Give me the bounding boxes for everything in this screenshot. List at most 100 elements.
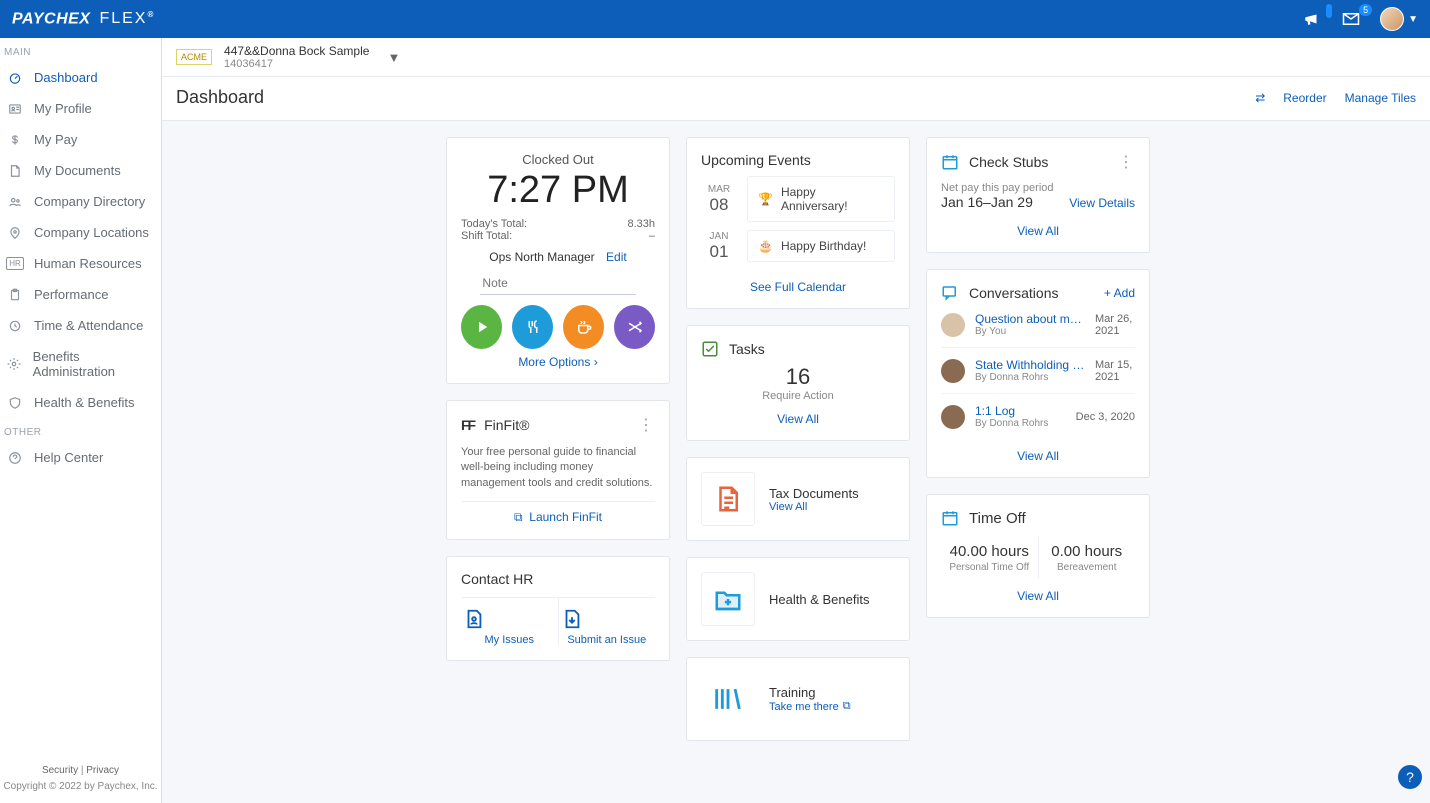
sidebar-item-performance[interactable]: Performance	[0, 279, 161, 310]
add-conversation-link[interactable]: + Add	[1104, 286, 1135, 300]
external-link-icon: ⧉	[514, 510, 523, 524]
sidebar-item-time[interactable]: Time & Attendance	[0, 310, 161, 341]
sidebar-item-label: Human Resources	[34, 256, 142, 271]
note-input[interactable]	[480, 272, 635, 295]
see-full-calendar-link[interactable]: See Full Calendar	[701, 270, 895, 294]
copyright-text: Copyright © 2022 by Paychex, Inc.	[3, 781, 157, 792]
privacy-link[interactable]: Privacy	[86, 765, 119, 776]
event-month: JAN	[701, 231, 737, 242]
sidebar-item-pay[interactable]: My Pay	[0, 124, 161, 155]
timeoff-title: Time Off	[969, 510, 1026, 527]
shift-total-value: –	[649, 230, 655, 242]
more-options-link[interactable]: More Options ›	[461, 355, 655, 369]
conversation-row[interactable]: State Withholding F… By Donna Rohrs Mar …	[941, 347, 1135, 393]
clock-in-button[interactable]	[461, 305, 502, 349]
tile-menu-icon[interactable]: ⋮	[638, 415, 655, 435]
sidebar-item-directory[interactable]: Company Directory	[0, 186, 161, 217]
main-content: ACME 447&&Donna Bock Sample 14036417 ▼ D…	[162, 38, 1430, 803]
calendar-check-icon	[941, 153, 959, 171]
external-link-icon: ⧉	[843, 700, 851, 713]
sidebar-item-benefits-admin[interactable]: Benefits Administration	[0, 341, 161, 387]
sidebar-item-help[interactable]: Help Center	[0, 442, 161, 473]
view-details-link[interactable]: View Details	[1069, 196, 1135, 210]
sidebar-item-label: My Profile	[34, 101, 92, 116]
hr-icon: HR	[6, 257, 24, 271]
brand-logo: PAYCHEX FLEX®	[12, 10, 154, 28]
conversation-date: Dec 3, 2020	[1076, 411, 1135, 423]
event-label-birthday[interactable]: 🎂 Happy Birthday!	[747, 230, 895, 262]
page-title: Dashboard	[176, 87, 264, 108]
user-menu[interactable]: ▼	[1380, 7, 1418, 31]
checkstubs-view-all-link[interactable]: View All	[941, 214, 1135, 238]
sidebar-item-hr[interactable]: HR Human Resources	[0, 248, 161, 279]
timeoff-pto: 40.00 hours Personal Time Off	[941, 537, 1038, 579]
event-label-anniversary[interactable]: 🏆 Happy Anniversary!	[747, 176, 895, 222]
sidebar-item-label: Time & Attendance	[34, 318, 143, 333]
conversations-view-all-link[interactable]: View All	[941, 439, 1135, 463]
meal-button[interactable]	[512, 305, 553, 349]
brand-name: PAYCHEX	[12, 10, 90, 27]
conversation-row[interactable]: 1:1 Log By Donna Rohrs Dec 3, 2020	[941, 393, 1135, 439]
transfer-button[interactable]	[614, 305, 655, 349]
tasks-sub: Require Action	[701, 390, 895, 402]
doc-user-icon	[463, 608, 485, 630]
tax-documents-tile[interactable]: Tax Documents View All	[686, 457, 910, 541]
events-title: Upcoming Events	[701, 152, 811, 168]
sidebar-item-documents[interactable]: My Documents	[0, 155, 161, 186]
tasks-tile: Tasks 16 Require Action View All	[686, 325, 910, 441]
tasks-title: Tasks	[729, 341, 765, 357]
library-icon	[701, 672, 755, 726]
timeoff-bereavement: 0.00 hours Bereavement	[1038, 537, 1136, 579]
bereavement-label: Bereavement	[1043, 562, 1132, 573]
reorder-link[interactable]: Reorder	[1283, 91, 1326, 105]
sidebar-item-locations[interactable]: Company Locations	[0, 217, 161, 248]
break-button[interactable]	[563, 305, 604, 349]
sidebar-item-label: Benefits Administration	[33, 349, 155, 379]
training-title: Training	[769, 685, 851, 700]
launch-finfit-link[interactable]: ⧉ Launch FinFit	[461, 501, 655, 525]
conversations-title: Conversations	[969, 285, 1059, 301]
bereavement-hours: 0.00 hours	[1043, 543, 1132, 560]
sidebar-item-label: Company Directory	[34, 194, 145, 209]
announcements-icon[interactable]	[1302, 10, 1322, 28]
clock-tile: Clocked Out 7:27 PM Today's Total:8.33h …	[446, 137, 670, 384]
shield-icon	[6, 396, 24, 410]
sidebar: MAIN Dashboard My Profile My Pay My Docu…	[0, 38, 162, 803]
my-issues-button[interactable]: My Issues	[461, 598, 558, 646]
mail-icon[interactable]: 5	[1340, 10, 1362, 28]
sidebar-item-health[interactable]: Health & Benefits	[0, 387, 161, 418]
tile-menu-icon[interactable]: ⋮	[1118, 152, 1135, 172]
gauge-icon	[6, 71, 24, 85]
netpay-label: Net pay this pay period	[941, 182, 1054, 194]
help-bubble-button[interactable]: ?	[1398, 765, 1422, 789]
finfit-body: Your free personal guide to financial we…	[461, 445, 655, 491]
timeoff-view-all-link[interactable]: View All	[941, 579, 1135, 603]
company-selector-bar: ACME 447&&Donna Bock Sample 14036417 ▼	[162, 38, 1430, 77]
company-dropdown-caret-icon[interactable]: ▼	[387, 50, 400, 65]
event-row: MAR08 🏆 Happy Anniversary!	[701, 176, 895, 222]
timeoff-tile: Time Off 40.00 hours Personal Time Off 0…	[926, 494, 1150, 618]
sidebar-section-main: MAIN	[0, 38, 161, 62]
conversation-row[interactable]: Question about my … By You Mar 26, 2021	[941, 302, 1135, 347]
health-benefits-tile[interactable]: Health & Benefits	[686, 557, 910, 641]
submit-issue-button[interactable]: Submit an Issue	[558, 598, 656, 646]
security-link[interactable]: Security	[42, 765, 78, 776]
edit-manager-link[interactable]: Edit	[606, 250, 627, 264]
sidebar-item-label: Performance	[34, 287, 108, 302]
document-icon	[701, 472, 755, 526]
app-header: PAYCHEX FLEX® 5 ▼	[0, 0, 1430, 38]
conversation-title[interactable]: State Withholding F…	[975, 358, 1085, 372]
conversation-title[interactable]: Question about my …	[975, 312, 1085, 326]
clock-status: Clocked Out	[461, 152, 655, 167]
training-link[interactable]: Take me there ⧉	[769, 700, 851, 713]
conversation-title[interactable]: 1:1 Log	[975, 404, 1048, 418]
user-avatar	[1380, 7, 1404, 31]
sidebar-item-dashboard[interactable]: Dashboard	[0, 62, 161, 93]
event-row: JAN01 🎂 Happy Birthday!	[701, 230, 895, 262]
manage-tiles-link[interactable]: Manage Tiles	[1345, 91, 1416, 105]
checkstubs-title: Check Stubs	[969, 154, 1048, 170]
tax-view-all[interactable]: View All	[769, 501, 859, 513]
tasks-view-all-link[interactable]: View All	[701, 402, 895, 426]
sidebar-item-profile[interactable]: My Profile	[0, 93, 161, 124]
training-tile[interactable]: Training Take me there ⧉	[686, 657, 910, 741]
